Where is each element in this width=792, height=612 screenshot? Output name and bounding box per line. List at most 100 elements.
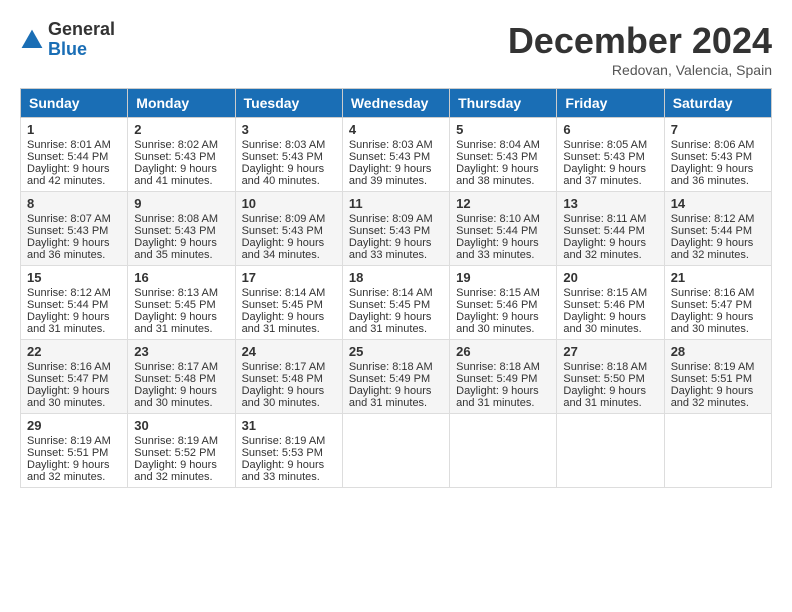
sunset-text: Sunset: 5:45 PM <box>349 299 430 311</box>
calendar-day-cell: 21Sunrise: 8:16 AMSunset: 5:47 PMDayligh… <box>664 266 771 340</box>
daylight-text: Daylight: 9 hours and 32 minutes. <box>671 385 754 409</box>
sunset-text: Sunset: 5:51 PM <box>671 373 752 385</box>
sunset-text: Sunset: 5:47 PM <box>671 299 752 311</box>
day-number: 5 <box>456 122 550 137</box>
day-number: 3 <box>242 122 336 137</box>
sunrise-text: Sunrise: 8:15 AM <box>563 287 647 299</box>
daylight-text: Daylight: 9 hours and 30 minutes. <box>563 311 646 335</box>
sunset-text: Sunset: 5:51 PM <box>27 447 108 459</box>
logo-text: General Blue <box>48 20 115 60</box>
calendar-day-cell: 15Sunrise: 8:12 AMSunset: 5:44 PMDayligh… <box>21 266 128 340</box>
day-number: 17 <box>242 270 336 285</box>
sunset-text: Sunset: 5:44 PM <box>456 225 537 237</box>
calendar-week-row: 8Sunrise: 8:07 AMSunset: 5:43 PMDaylight… <box>21 192 772 266</box>
logo-general: General <box>48 20 115 40</box>
calendar-week-row: 15 Sunrise: 8:12 AMSunset: 5:44 PM Dayligh… <box>21 266 772 340</box>
day-number: 6 <box>563 122 657 137</box>
sunrise-text: Sunrise: 8:08 AM <box>134 213 218 225</box>
daylight-text: Daylight: 9 hours and 31 minutes. <box>563 385 646 409</box>
sunset-text: Sunset: 5:43 PM <box>349 151 430 163</box>
calendar-day-cell: 11Sunrise: 8:09 AMSunset: 5:43 PMDayligh… <box>342 192 449 266</box>
sunset-text: Sunset: 5:45 PM <box>242 299 323 311</box>
logo-blue: Blue <box>48 40 115 60</box>
daylight-text: Daylight: 9 hours and 36 minutes. <box>27 237 110 261</box>
daylight-text: Daylight: 9 hours and 36 minutes. <box>671 163 754 187</box>
day-number: 21 <box>671 270 765 285</box>
sunset-text: Sunset: 5:43 PM <box>456 151 537 163</box>
daylight-text: Daylight: 9 hours and 38 minutes. <box>456 163 539 187</box>
sunset-text: Sunset: 5:50 PM <box>563 373 644 385</box>
calendar-day-cell: 3Sunrise: 8:03 AMSunset: 5:43 PMDaylight… <box>235 118 342 192</box>
day-number: 31 <box>242 418 336 433</box>
calendar-day-cell: 31Sunrise: 8:19 AMSunset: 5:53 PMDayligh… <box>235 414 342 488</box>
sunset-text: Sunset: 5:53 PM <box>242 447 323 459</box>
sunset-text: Sunset: 5:45 PM <box>134 299 215 311</box>
col-monday: Monday <box>128 89 235 118</box>
daylight-text: Daylight: 9 hours and 42 minutes. <box>27 163 110 187</box>
title-block: December 2024 Redovan, Valencia, Spain <box>508 20 772 78</box>
col-wednesday: Wednesday <box>342 89 449 118</box>
calendar-day-cell: 1Sunrise: 8:01 AMSunset: 5:44 PMDaylight… <box>21 118 128 192</box>
sunrise-text: Sunrise: 8:17 AM <box>134 361 218 373</box>
calendar-day-cell: 26Sunrise: 8:18 AMSunset: 5:49 PMDayligh… <box>450 340 557 414</box>
empty-cell <box>557 414 664 488</box>
month-title: December 2024 <box>508 20 772 62</box>
sunrise-text: Sunrise: 8:18 AM <box>456 361 540 373</box>
sunset-text: Sunset: 5:48 PM <box>242 373 323 385</box>
sunset-text: Sunset: 5:48 PM <box>134 373 215 385</box>
empty-cell <box>450 414 557 488</box>
sunrise-text: Sunrise: 8:02 AM <box>134 139 218 151</box>
day-number: 15 <box>27 270 121 285</box>
sunrise-text: Sunrise: 8:03 AM <box>242 139 326 151</box>
day-number: 14 <box>671 196 765 211</box>
sunrise-text: Sunrise: 8:12 AM <box>27 287 111 299</box>
calendar-day-cell: 2Sunrise: 8:02 AMSunset: 5:43 PMDaylight… <box>128 118 235 192</box>
daylight-text: Daylight: 9 hours and 32 minutes. <box>563 237 646 261</box>
day-number: 29 <box>27 418 121 433</box>
sunset-text: Sunset: 5:44 PM <box>671 225 752 237</box>
sunrise-text: Sunrise: 8:19 AM <box>671 361 755 373</box>
day-number: 9 <box>134 196 228 211</box>
sunrise-text: Sunrise: 8:19 AM <box>27 435 111 447</box>
calendar-day-cell: 28 Sunrise: 8:19 AMSunset: 5:51 PMDayligh… <box>664 340 771 414</box>
daylight-text: Daylight: 9 hours and 32 minutes. <box>27 459 110 483</box>
day-number: 16 <box>134 270 228 285</box>
daylight-text: Daylight: 9 hours and 34 minutes. <box>242 237 325 261</box>
sunrise-text: Sunrise: 8:09 AM <box>242 213 326 225</box>
day-number: 28 <box>671 344 765 359</box>
daylight-text: Daylight: 9 hours and 31 minutes. <box>134 311 217 335</box>
sunset-text: Sunset: 5:47 PM <box>27 373 108 385</box>
sunset-text: Sunset: 5:49 PM <box>349 373 430 385</box>
daylight-text: Daylight: 9 hours and 30 minutes. <box>456 311 539 335</box>
daylight-text: Daylight: 9 hours and 30 minutes. <box>671 311 754 335</box>
sunrise-text: Sunrise: 8:01 AM <box>27 139 111 151</box>
sunrise-text: Sunrise: 8:12 AM <box>671 213 755 225</box>
daylight-text: Daylight: 9 hours and 32 minutes. <box>134 459 217 483</box>
day-number: 2 <box>134 122 228 137</box>
calendar-day-cell: 5Sunrise: 8:04 AMSunset: 5:43 PMDaylight… <box>450 118 557 192</box>
day-number: 12 <box>456 196 550 211</box>
day-number: 10 <box>242 196 336 211</box>
col-friday: Friday <box>557 89 664 118</box>
calendar-day-cell: 22Sunrise: 8:16 AMSunset: 5:47 PMDayligh… <box>21 340 128 414</box>
day-number: 11 <box>349 196 443 211</box>
calendar-day-cell: 13Sunrise: 8:11 AMSunset: 5:44 PMDayligh… <box>557 192 664 266</box>
sunset-text: Sunset: 5:43 PM <box>242 151 323 163</box>
daylight-text: Daylight: 9 hours and 31 minutes. <box>349 385 432 409</box>
sunset-text: Sunset: 5:44 PM <box>27 299 108 311</box>
sunset-text: Sunset: 5:43 PM <box>349 225 430 237</box>
sunrise-text: Sunrise: 8:16 AM <box>27 361 111 373</box>
calendar-day-cell: 9Sunrise: 8:08 AMSunset: 5:43 PMDaylight… <box>128 192 235 266</box>
sunrise-text: Sunrise: 8:14 AM <box>242 287 326 299</box>
sunrise-text: Sunrise: 8:17 AM <box>242 361 326 373</box>
empty-cell <box>664 414 771 488</box>
calendar-day-cell: 24Sunrise: 8:17 AMSunset: 5:48 PMDayligh… <box>235 340 342 414</box>
day-number: 22 <box>27 344 121 359</box>
calendar-day-cell: 8Sunrise: 8:07 AMSunset: 5:43 PMDaylight… <box>21 192 128 266</box>
day-number: 13 <box>563 196 657 211</box>
col-tuesday: Tuesday <box>235 89 342 118</box>
day-number: 7 <box>671 122 765 137</box>
empty-cell <box>342 414 449 488</box>
logo: General Blue <box>20 20 115 60</box>
daylight-text: Daylight: 9 hours and 30 minutes. <box>242 385 325 409</box>
